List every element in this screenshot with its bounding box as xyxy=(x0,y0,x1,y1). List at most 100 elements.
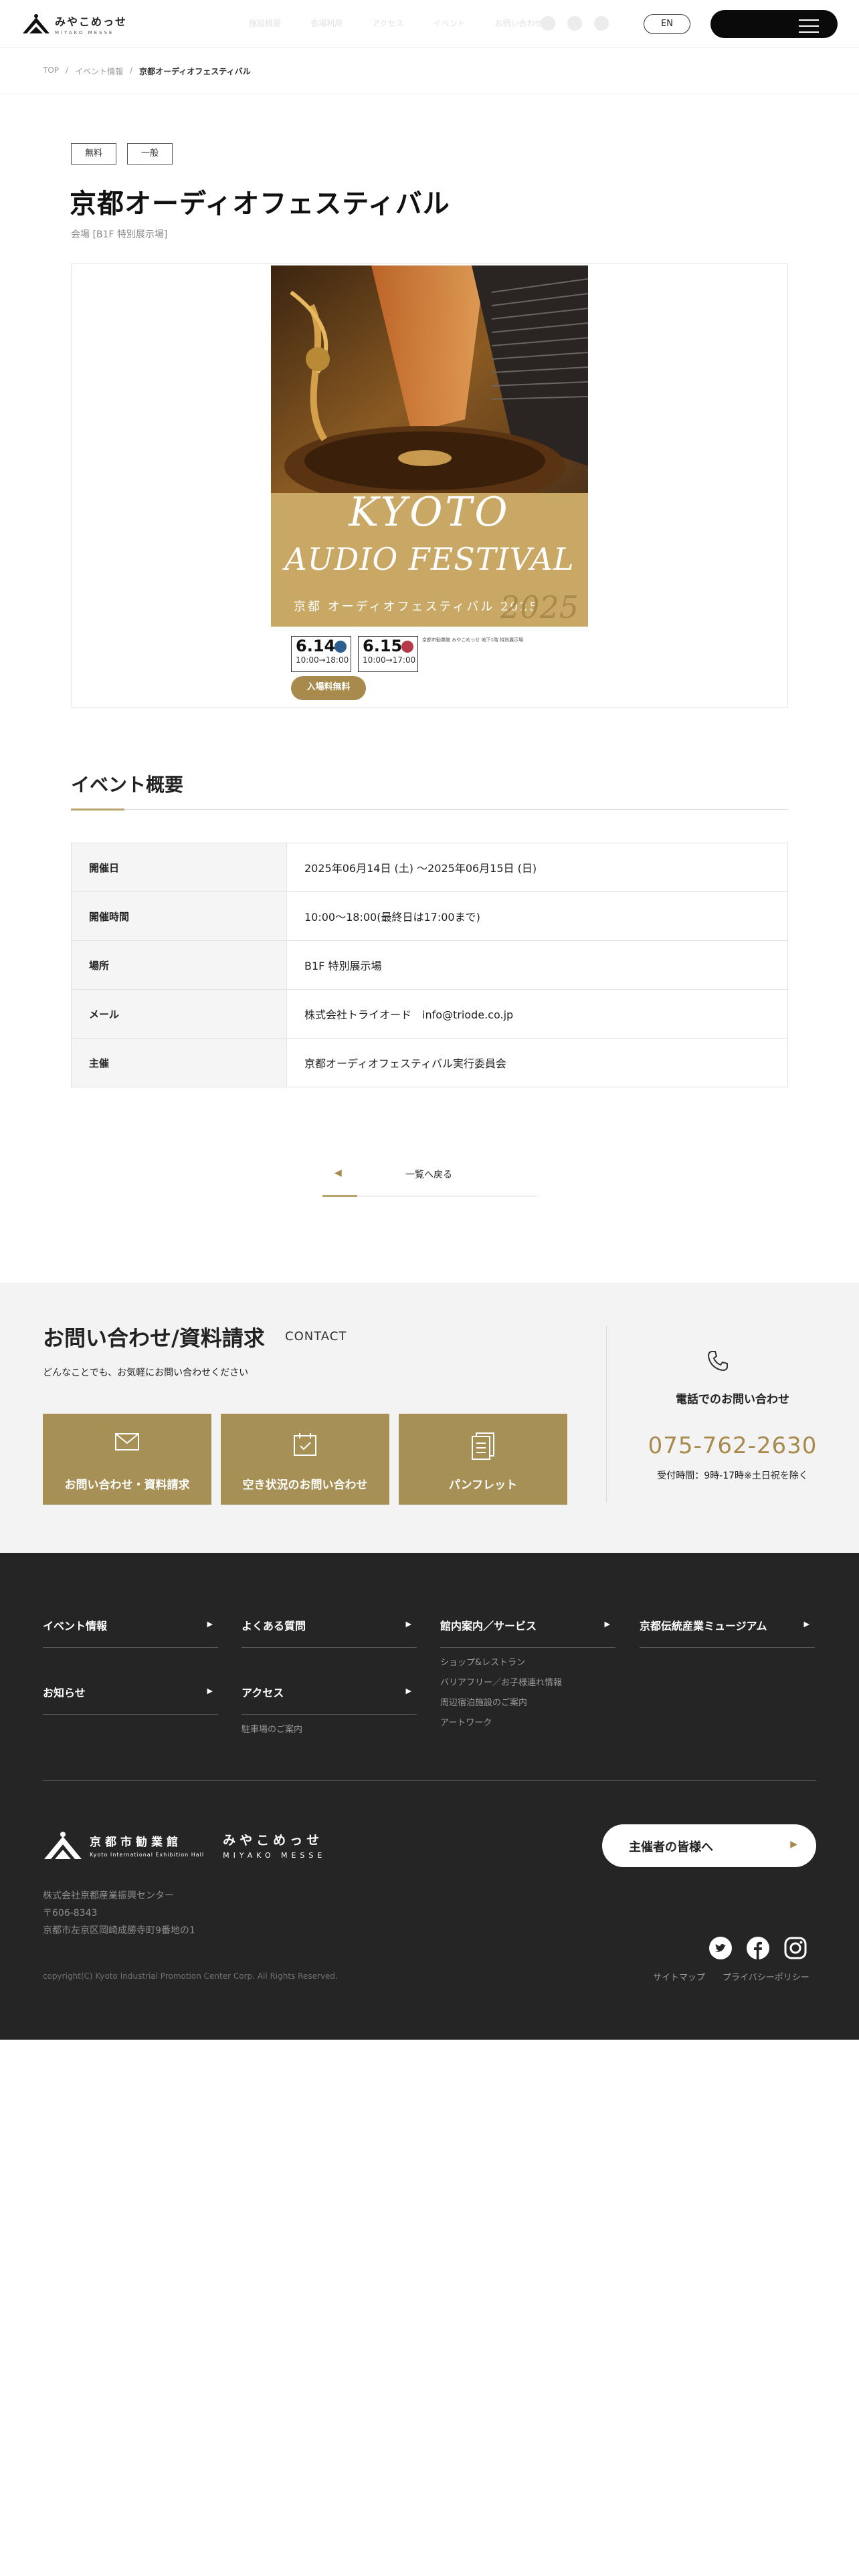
twitter-icon[interactable] xyxy=(709,1937,732,1959)
footer-divider xyxy=(43,1780,816,1781)
footer-nav-title: 京都伝統産業ミュージアム xyxy=(640,1620,767,1632)
footer-nav-heading[interactable]: 館内案内／サービス ▶ xyxy=(440,1617,615,1648)
site-header: みやこめっせ MIYAKO MESSE 施設概要 会場利用 アクセス イベント … xyxy=(0,0,859,48)
availability-button[interactable]: 空き状況のお問い合わせ xyxy=(221,1414,389,1505)
organizer-button[interactable]: 主催者の皆様へ ▶ xyxy=(602,1824,816,1867)
hamburger-icon xyxy=(799,19,819,37)
phone-icon xyxy=(707,1351,728,1372)
miyako-messe-logo-icon xyxy=(44,1832,82,1859)
right-arrow-icon: ▶ xyxy=(803,1620,809,1628)
privacy-policy-link[interactable]: プライバシーポリシー xyxy=(723,1970,809,1983)
footer-nav-access: アクセス ▶ 駐車場のご案内 xyxy=(242,1684,417,1736)
nav-item[interactable]: 施設概要 xyxy=(249,17,281,29)
mail-icon xyxy=(115,1433,139,1451)
header-circle-icon[interactable] xyxy=(541,16,555,31)
footer-nav-heading[interactable]: よくある質問 ▶ xyxy=(242,1617,417,1648)
footer-nav-title: お知らせ xyxy=(43,1687,86,1699)
nav-item[interactable]: お問い合わせ xyxy=(494,17,543,29)
poster-year: 2025 xyxy=(500,589,579,625)
table-row: 主催 京都オーディオフェスティバル実行委員会 xyxy=(71,1038,788,1087)
contact-subtitle: CONTACT xyxy=(285,1329,347,1344)
table-row: メール 株式会社トライオード info@triode.co.jp xyxy=(71,989,788,1039)
site-logo[interactable]: みやこめっせ MIYAKO MESSE xyxy=(21,12,127,36)
info-label: 開催時間 xyxy=(71,891,287,941)
right-arrow-icon: ▶ xyxy=(207,1687,213,1695)
nav-item[interactable]: イベント xyxy=(433,17,465,29)
breadcrumb-link[interactable]: TOP xyxy=(43,66,59,77)
organizer-button-label: 主催者の皆様へ xyxy=(629,1840,713,1854)
footer-nav-heading[interactable]: 京都伝統産業ミュージアム ▶ xyxy=(640,1617,815,1648)
footer-logo-en: Kyoto International Exhibition Hall xyxy=(90,1852,205,1858)
footer-logo-jp: 京都市勧業館 xyxy=(90,1836,182,1849)
table-row: 開催日 2025年06月14日 (土) 〜2025年06月15日 (日) xyxy=(71,843,788,892)
footer-nav-heading[interactable]: イベント情報 ▶ xyxy=(43,1617,218,1648)
footer-links: サイトマップ プライバシーポリシー xyxy=(653,1970,827,1983)
right-arrow-icon: ▶ xyxy=(405,1687,411,1695)
event-poster: KYOTO AUDIO FESTIVAL 京都 オーディオフェスティバル 202… xyxy=(271,265,588,706)
event-venue: 会場 [B1F 特別展示場] xyxy=(71,229,168,240)
footer-nav-title: 館内案内／サービス xyxy=(440,1620,537,1632)
poster-title-line2: AUDIO FESTIVAL xyxy=(284,541,575,577)
instagram-icon[interactable] xyxy=(784,1937,807,1959)
footer-nav-heading[interactable]: お知らせ ▶ xyxy=(43,1684,218,1715)
footer-nav-heading[interactable]: アクセス ▶ xyxy=(242,1684,417,1715)
footer-nav-title: アクセス xyxy=(242,1687,284,1699)
table-row: 場所 B1F 特別展示場 xyxy=(71,940,788,990)
right-arrow-icon: ▶ xyxy=(604,1620,610,1628)
breadcrumb-current: 京都オーディオフェスティバル xyxy=(139,67,251,76)
address-line: 株式会社京都産業振興センター xyxy=(43,1891,174,1901)
document-icon xyxy=(472,1432,494,1460)
footer-brand-jp: みやこめっせ xyxy=(223,1833,324,1848)
facebook-icon[interactable] xyxy=(747,1937,769,1959)
header-circle-icon[interactable] xyxy=(567,16,582,31)
right-arrow-icon: ▶ xyxy=(405,1620,411,1628)
breadcrumb-link[interactable]: イベント情報 xyxy=(75,66,123,77)
footer-logo[interactable]: 京都市勧業館 Kyoto International Exhibition Ha… xyxy=(43,1830,326,1860)
language-toggle-button[interactable]: EN xyxy=(644,14,690,34)
global-nav: 施設概要 会場利用 アクセス イベント お問い合わせ xyxy=(249,17,572,29)
info-label: メール xyxy=(71,989,287,1039)
event-tag: 一般 xyxy=(127,143,173,165)
event-info-table: 開催日 2025年06月14日 (土) 〜2025年06月15日 (日) 開催時… xyxy=(71,843,788,1087)
header-circle-icon[interactable] xyxy=(594,16,609,31)
event-poster-frame: KYOTO AUDIO FESTIVAL 京都 オーディオフェスティバル 202… xyxy=(71,263,788,708)
contact-title: お問い合わせ/資料請求 xyxy=(43,1325,265,1351)
footer-nav-events: イベント情報 ▶ xyxy=(43,1617,218,1648)
section-divider xyxy=(71,809,788,810)
poster-title-line1: KYOTO xyxy=(349,489,510,536)
saturday-dot-icon xyxy=(335,641,347,653)
poster-hours: 10:00→18:00 xyxy=(296,655,349,665)
nav-item[interactable]: 会場利用 xyxy=(310,17,343,29)
info-value: 株式会社トライオード info@triode.co.jp xyxy=(286,989,788,1039)
info-value: 10:00〜18:00(最終日は17:00まで) xyxy=(286,891,788,941)
poster-hours: 10:00→17:00 xyxy=(363,655,416,665)
footer-nav-museum: 京都伝統産業ミュージアム ▶ xyxy=(640,1617,815,1648)
footer-sub-link[interactable]: ショップ&レストラン xyxy=(440,1657,615,1669)
phone-number[interactable]: 075-762-2630 xyxy=(606,1432,859,1459)
footer-sub-link[interactable]: 周辺宿泊施設のご案内 xyxy=(440,1697,615,1709)
footer-sub-link[interactable]: バリアフリー／お子様連れ情報 xyxy=(440,1677,615,1689)
address-line: 〒606-8343 xyxy=(43,1908,98,1919)
info-label: 場所 xyxy=(71,940,287,990)
nav-item[interactable]: アクセス xyxy=(372,17,403,29)
back-to-list-label: 一覧へ戻る xyxy=(405,1170,452,1180)
poster-small-text: 京都市勧業館 みやこめっせ 地下1階 特別展示場 xyxy=(422,637,524,643)
info-label: 主催 xyxy=(71,1038,287,1087)
back-to-list-link[interactable]: ◀ 一覧へ戻る xyxy=(322,1160,537,1197)
footer-sub-link[interactable]: 駐車場のご案内 xyxy=(242,1724,417,1736)
footer-nav-title: イベント情報 xyxy=(43,1620,108,1632)
overview-heading: イベント概要 xyxy=(71,774,184,796)
table-row: 開催時間 10:00〜18:00(最終日は17:00まで) xyxy=(71,891,788,941)
sunday-dot-icon xyxy=(401,641,413,653)
sitemap-link[interactable]: サイトマップ xyxy=(653,1970,705,1983)
footer-sub-link[interactable]: アートワーク xyxy=(440,1717,615,1729)
footer-nav-facility: 館内案内／サービス ▶ ショップ&レストラン バリアフリー／お子様連れ情報 周辺… xyxy=(440,1617,615,1729)
menu-button[interactable] xyxy=(710,10,838,38)
right-arrow-icon: ▶ xyxy=(790,1839,797,1850)
poster-photo xyxy=(271,265,588,506)
page-title: 京都オーディオフェスティバル xyxy=(70,189,450,219)
pamphlet-button[interactable]: パンフレット xyxy=(399,1414,567,1505)
inquiry-button[interactable]: お問い合わせ・資料請求 xyxy=(43,1414,211,1505)
inquiry-button-label: お問い合わせ・資料請求 xyxy=(64,1479,190,1492)
pamphlet-button-label: パンフレット xyxy=(448,1479,518,1492)
